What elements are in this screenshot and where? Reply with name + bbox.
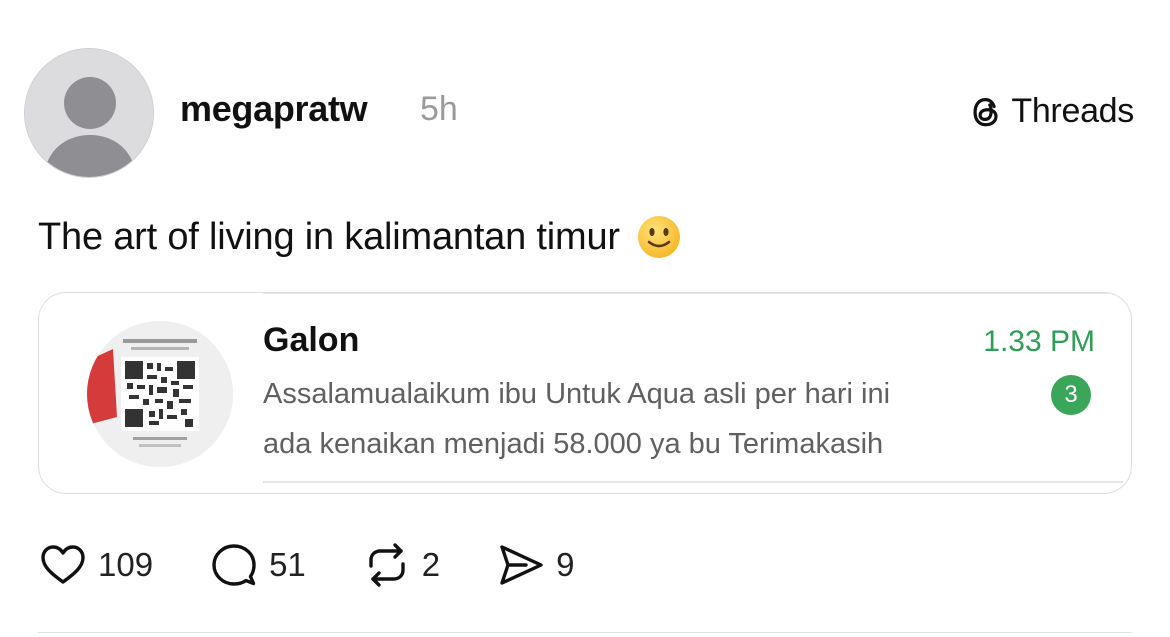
default-avatar-icon <box>25 49 153 177</box>
post-actions: 109 51 2 9 <box>38 540 631 590</box>
threads-label: Threads <box>1011 92 1134 130</box>
share-count: 9 <box>556 546 575 583</box>
divider <box>263 293 1123 294</box>
chat-contact-avatar <box>87 321 233 467</box>
post-divider <box>38 632 1132 633</box>
repost-icon <box>369 543 405 587</box>
repost-button[interactable]: 2 <box>362 540 440 590</box>
repost-count: 2 <box>421 546 441 583</box>
share-button[interactable]: 9 <box>496 540 575 590</box>
chat-contact-name: Galon <box>263 321 360 359</box>
post-time: 5h <box>420 90 458 128</box>
chat-message-preview: Assalamualaikum ibu Untuk Aqua asli per … <box>263 369 1023 469</box>
slightly-smiling-face-icon <box>637 216 680 258</box>
heart-icon <box>41 545 85 584</box>
reply-count: 51 <box>269 546 306 583</box>
post-caption: The art of living in kalimantan timur <box>38 214 682 260</box>
comment-icon <box>212 544 256 586</box>
qr-code-icon <box>87 321 233 467</box>
threads-brand[interactable]: Threads <box>967 92 1134 131</box>
threads-logo-icon <box>973 97 998 126</box>
like-button[interactable]: 109 <box>38 540 153 590</box>
threads-post: megapratw 5h Threads The art of living i… <box>0 0 1170 637</box>
unread-count-badge: 3 <box>1051 375 1091 415</box>
username[interactable]: megapratw <box>180 88 368 130</box>
caption-text: The art of living in kalimantan timur <box>38 215 620 258</box>
chat-message-line: Assalamualaikum ibu Untuk Aqua asli per … <box>263 378 891 410</box>
reply-button[interactable]: 51 <box>209 540 306 590</box>
chat-message-time: 1.33 PM <box>983 325 1095 358</box>
like-count: 109 <box>98 546 154 583</box>
chat-message-line: ada kenaikan menjadi 58.000 ya bu Terima… <box>263 428 884 460</box>
attached-image[interactable]: Galon 1.33 PM Assalamualaikum ibu Untuk … <box>38 292 1132 494</box>
avatar[interactable] <box>24 48 154 178</box>
send-icon <box>500 545 543 585</box>
divider <box>263 481 1123 483</box>
